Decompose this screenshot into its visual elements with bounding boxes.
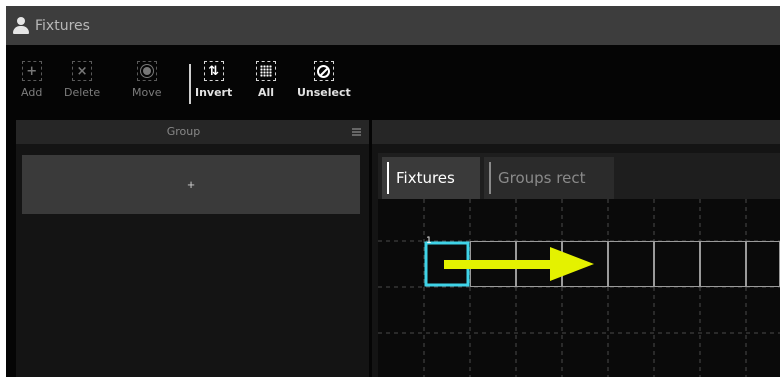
select-all-grid-icon [256, 61, 276, 81]
fixture-view-area: Fixtures Groups rect 1 [378, 153, 780, 377]
fixture-cell [608, 241, 654, 287]
invert-arrows-icon: ⇅ [203, 61, 224, 81]
hamburger-menu-icon[interactable] [352, 128, 361, 136]
move-label: Move [132, 86, 162, 99]
toolbar: + Add × Delete Move ⇅ Invert All Unselec… [6, 53, 780, 116]
gear-icon [136, 61, 157, 81]
all-label: All [257, 86, 275, 99]
select-all-button[interactable]: All [256, 61, 276, 99]
fixture-view-header [372, 120, 780, 144]
invert-button[interactable]: ⇅ Invert [195, 61, 232, 99]
fixture-cell [654, 241, 700, 287]
fixture-number-label: 1 [426, 236, 432, 246]
unselect-button[interactable]: Unselect [297, 61, 351, 99]
user-icon [12, 16, 30, 35]
group-panel: Group + [16, 120, 369, 377]
tab-fixtures-label: Fixtures [396, 169, 455, 187]
add-group-button[interactable]: + [22, 155, 360, 214]
toolbar-divider [189, 64, 191, 104]
fixtures-window: Fixtures + Add × Delete Move ⇅ Invert Al… [6, 6, 780, 377]
grid-lines [378, 199, 780, 377]
no-entry-icon [313, 61, 334, 81]
fixture-cell [700, 241, 746, 287]
add-label: Add [21, 86, 43, 99]
plus-icon: + [21, 61, 42, 81]
invert-label: Invert [195, 86, 233, 99]
group-panel-header: Group [16, 120, 369, 144]
delete-label: Delete [64, 86, 101, 99]
tab-groups-rect[interactable]: Groups rect [484, 157, 614, 199]
delete-button[interactable]: × Delete [64, 61, 100, 99]
x-icon: × [72, 61, 93, 81]
tab-groups-rect-label: Groups rect [498, 169, 586, 187]
fixture-cell [746, 241, 780, 287]
add-button[interactable]: + Add [21, 61, 42, 99]
fixture-view-panel: Fixtures Groups rect 1 [372, 120, 780, 377]
unselect-label: Unselect [297, 86, 351, 99]
group-panel-title: Group [166, 125, 201, 138]
window-title: Fixtures [35, 17, 90, 34]
title-bar: Fixtures [6, 6, 780, 45]
move-button[interactable]: Move [132, 61, 162, 99]
view-tabs: Fixtures Groups rect [378, 153, 780, 199]
tab-fixtures[interactable]: Fixtures [382, 157, 480, 199]
fixture-grid[interactable] [378, 199, 780, 377]
